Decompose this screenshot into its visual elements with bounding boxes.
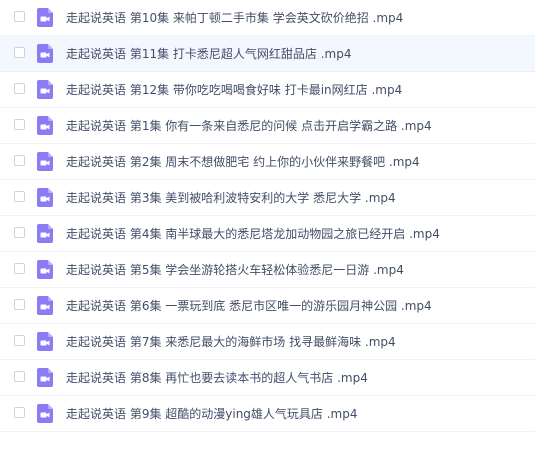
file-row-4[interactable]: 走起说英语 第1集 你有一条来自悉尼的问候 点击开启学霸之路 .mp4 xyxy=(0,108,535,144)
file-name[interactable]: 走起说英语 第2集 周末不想做肥宅 约上你的小伙伴来野餐吧 .mp4 xyxy=(66,144,420,180)
row-checkbox[interactable] xyxy=(14,119,25,130)
video-file-icon xyxy=(37,260,53,279)
row-checkbox[interactable] xyxy=(14,335,25,346)
file-name[interactable]: 走起说英语 第7集 来悉尼最大的海鲜市场 找寻最鲜海味 .mp4 xyxy=(66,324,396,360)
video-file-icon xyxy=(37,332,53,351)
row-checkbox[interactable] xyxy=(14,11,25,22)
video-file-icon xyxy=(37,188,53,207)
file-row-12[interactable]: 走起说英语 第9集 超酷的动漫ying雄人气玩具店 .mp4 xyxy=(0,396,535,432)
file-name[interactable]: 走起说英语 第9集 超酷的动漫ying雄人气玩具店 .mp4 xyxy=(66,396,358,432)
video-file-icon xyxy=(37,368,53,387)
file-name[interactable]: 走起说英语 第6集 一票玩到底 悉尼市区唯一的游乐园月神公园 .mp4 xyxy=(66,288,432,324)
file-name[interactable]: 走起说英语 第11集 打卡悉尼超人气网红甜品店 .mp4 xyxy=(66,36,351,72)
file-list: 走起说英语 第10集 来帕丁顿二手市集 学会英文砍价绝招 .mp4 走起说英语 … xyxy=(0,0,535,467)
file-name[interactable]: 走起说英语 第3集 美到被哈利波特安利的大学 悉尼大学 .mp4 xyxy=(66,180,396,216)
row-checkbox[interactable] xyxy=(14,299,25,310)
file-row-8[interactable]: 走起说英语 第5集 学会坐游轮搭火车轻松体验悉尼一日游 .mp4 xyxy=(0,252,535,288)
video-file-icon xyxy=(37,8,53,27)
video-file-icon xyxy=(37,152,53,171)
video-file-icon xyxy=(37,44,53,63)
file-row-3[interactable]: 走起说英语 第12集 带你吃吃喝喝食好味 打卡最in网红店 .mp4 xyxy=(0,72,535,108)
video-file-icon xyxy=(37,116,53,135)
video-file-icon xyxy=(37,296,53,315)
file-row-9[interactable]: 走起说英语 第6集 一票玩到底 悉尼市区唯一的游乐园月神公园 .mp4 xyxy=(0,288,535,324)
row-checkbox[interactable] xyxy=(14,47,25,58)
video-file-icon xyxy=(37,80,53,99)
file-row-1[interactable]: 走起说英语 第10集 来帕丁顿二手市集 学会英文砍价绝招 .mp4 xyxy=(0,0,535,36)
row-checkbox[interactable] xyxy=(14,155,25,166)
file-name[interactable]: 走起说英语 第10集 来帕丁顿二手市集 学会英文砍价绝招 .mp4 xyxy=(66,0,403,36)
row-checkbox[interactable] xyxy=(14,407,25,418)
file-row-5[interactable]: 走起说英语 第2集 周末不想做肥宅 约上你的小伙伴来野餐吧 .mp4 xyxy=(0,144,535,180)
row-checkbox[interactable] xyxy=(14,191,25,202)
file-row-6[interactable]: 走起说英语 第3集 美到被哈利波特安利的大学 悉尼大学 .mp4 xyxy=(0,180,535,216)
file-name[interactable]: 走起说英语 第5集 学会坐游轮搭火车轻松体验悉尼一日游 .mp4 xyxy=(66,252,404,288)
file-name[interactable]: 走起说英语 第4集 南半球最大的悉尼塔龙加动物园之旅已经开启 .mp4 xyxy=(66,216,440,252)
file-row-2[interactable]: 走起说英语 第11集 打卡悉尼超人气网红甜品店 .mp4 xyxy=(0,36,535,72)
video-file-icon xyxy=(37,224,53,243)
file-name[interactable]: 走起说英语 第1集 你有一条来自悉尼的问候 点击开启学霸之路 .mp4 xyxy=(66,108,432,144)
row-checkbox[interactable] xyxy=(14,263,25,274)
row-checkbox[interactable] xyxy=(14,227,25,238)
file-name[interactable]: 走起说英语 第8集 再忙也要去读本书的超人气书店 .mp4 xyxy=(66,360,368,396)
file-row-10[interactable]: 走起说英语 第7集 来悉尼最大的海鲜市场 找寻最鲜海味 .mp4 xyxy=(0,324,535,360)
row-checkbox[interactable] xyxy=(14,83,25,94)
video-file-icon xyxy=(37,404,53,423)
file-row-11[interactable]: 走起说英语 第8集 再忙也要去读本书的超人气书店 .mp4 xyxy=(0,360,535,396)
file-row-7[interactable]: 走起说英语 第4集 南半球最大的悉尼塔龙加动物园之旅已经开启 .mp4 xyxy=(0,216,535,252)
row-checkbox[interactable] xyxy=(14,371,25,382)
file-name[interactable]: 走起说英语 第12集 带你吃吃喝喝食好味 打卡最in网红店 .mp4 xyxy=(66,72,402,108)
